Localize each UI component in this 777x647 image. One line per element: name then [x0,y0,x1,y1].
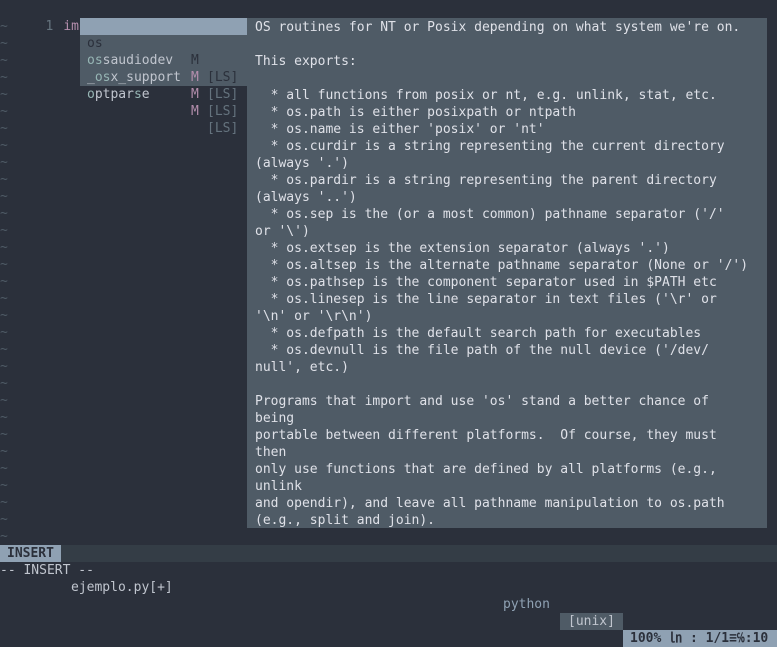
completion-kind: M [191,104,199,119]
status-line: INSERT ejemplo.py[+] python [unix] 100% … [0,545,777,647]
empty-line-tilde: ~ [0,121,8,136]
empty-line-tilde: ~ [0,410,8,425]
empty-line-tilde: ~ [0,529,8,544]
empty-line-tilde: ~ [0,308,8,323]
code-line-1[interactable]: 1import os [0,1,142,34]
empty-line-tilde: ~ [0,359,8,374]
empty-line-tilde: ~ [0,206,8,221]
completion-popup[interactable]: os M [LS] ossaudiodev M [LS] _osx_suppor… [80,18,247,136]
empty-line-tilde: ~ [0,104,8,119]
empty-line-tilde: ~ [0,155,8,170]
completion-item-ossaudiodev[interactable]: ossaudiodev M [LS] [80,35,247,102]
empty-line-tilde: ~ [0,19,8,34]
empty-line-tilde: ~ [0,325,8,340]
completion-item-osx-support[interactable]: _osx_support M [LS] [80,52,247,119]
empty-line-tilde: ~ [0,240,8,255]
empty-line-tilde: ~ [0,274,8,289]
file-type: python [503,597,550,612]
empty-line-tilde: ~ [0,172,8,187]
empty-line-tilde: ~ [0,393,8,408]
completion-item-optparse[interactable]: optparse M [LS] [80,69,247,136]
completion-source: [LS] [207,121,239,136]
command-line[interactable]: -- INSERT -- [0,562,94,579]
file-format: [unix] [560,613,623,630]
empty-line-tilde: ~ [0,291,8,306]
documentation-preview: OS routines for NT or Posix depending on… [247,18,767,528]
empty-line-tilde: ~ [0,512,8,527]
file-name: ejemplo.py[+] [71,580,173,595]
empty-line-tilde: ~ [0,495,8,510]
mode-indicator: INSERT [0,545,61,562]
empty-line-tilde: ~ [0,427,8,442]
empty-line-tilde: ~ [0,36,8,51]
empty-line-tilde: ~ [0,478,8,493]
empty-line-tilde: ~ [0,87,8,102]
empty-line-tilde: ~ [0,461,8,476]
empty-line-tilde: ~ [0,257,8,272]
empty-line-tilde: ~ [0,53,8,68]
completion-source: [LS] [207,104,239,119]
empty-line-tilde: ~ [0,444,8,459]
completion-kind: M [191,87,199,102]
cursor-position: 100% ㏑ : 1/1≡℅:10 [623,630,777,647]
completion-item-os[interactable]: os M [LS] [80,18,247,85]
empty-line-tilde: ~ [0,70,8,85]
empty-line-tilde: ~ [0,138,8,153]
empty-line-tilde: ~ [0,223,8,238]
empty-line-tilde: ~ [0,376,8,391]
empty-line-tilde: ~ [0,189,8,204]
line-number: 1 [45,19,54,34]
completion-source: [LS] [207,87,239,102]
empty-line-tilde: ~ [0,342,8,357]
